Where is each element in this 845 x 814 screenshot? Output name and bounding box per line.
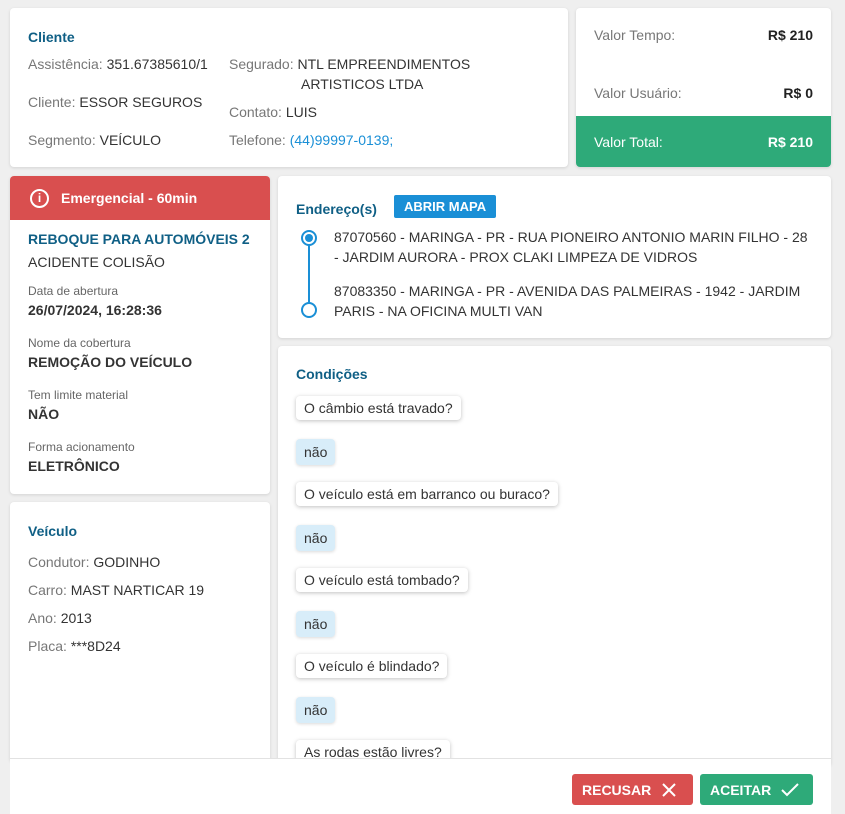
- refuse-button[interactable]: RECUSAR: [572, 774, 693, 805]
- accept-button[interactable]: ACEITAR: [700, 774, 813, 805]
- valor-total-label: Valor Total:: [594, 133, 663, 150]
- contato-value: LUIS: [285, 104, 317, 120]
- condition-question: O veículo é blindado?: [296, 654, 448, 678]
- route-line: [308, 244, 310, 306]
- driver-label: Condutor:: [28, 554, 90, 570]
- year-value: 2013: [60, 610, 92, 626]
- check-icon: [781, 782, 799, 796]
- assistencia-label: Assistência:: [28, 56, 103, 72]
- destination-marker-icon: [301, 302, 317, 318]
- segurado-row-2: ARTISTICOS LTDA: [301, 76, 423, 92]
- valor-tempo-label: Valor Tempo:: [594, 27, 676, 43]
- year-row: Ano: 2013: [28, 610, 92, 626]
- address-title: Endereço(s): [296, 201, 377, 217]
- service-reason: ACIDENTE COLISÃO: [28, 254, 165, 270]
- service-card: i Emergencial - 60min REBOQUE PARA AUTOM…: [10, 176, 270, 494]
- plate-label: Placa:: [28, 638, 67, 654]
- condition-question: O veículo está tombado?: [296, 568, 468, 592]
- segurado-label: Segurado:: [229, 56, 294, 72]
- car-label: Carro:: [28, 582, 67, 598]
- valor-usuario-row: Valor Usuário: R$ 0: [576, 68, 831, 118]
- vehicle-card: Veículo Condutor: GODINHO Carro: MAST NA…: [10, 502, 270, 762]
- condition-question: O câmbio está travado?: [296, 396, 461, 420]
- trigger-value: ELETRÔNICO: [28, 458, 120, 474]
- close-icon: [662, 782, 676, 797]
- coverage-value: REMOÇÃO DO VEÍCULO: [28, 354, 193, 370]
- emergency-label: Emergencial - 60min: [61, 190, 198, 206]
- info-icon: i: [30, 188, 49, 208]
- valor-usuario-value: R$ 0: [783, 85, 813, 101]
- year-label: Ano:: [28, 610, 57, 626]
- conditions-title: Condições: [296, 366, 368, 382]
- segurado-row: Segurado: NTL EMPREENDIMENTOS: [229, 56, 470, 72]
- cliente-value: ESSOR SEGUROS: [79, 94, 203, 110]
- condition-question: O veículo está em barranco ou buraco?: [296, 482, 558, 506]
- opening-date-value: 26/07/2024, 16:28:36: [28, 302, 162, 318]
- cliente-row: Cliente: ESSOR SEGUROS: [28, 94, 202, 110]
- segmento-label: Segmento:: [28, 132, 96, 148]
- valor-tempo-value: R$ 210: [767, 27, 813, 43]
- trigger-label: Forma acionamento: [28, 440, 135, 454]
- segurado-value-line2: ARTISTICOS LTDA: [301, 76, 424, 92]
- driver-value: GODINHO: [93, 554, 161, 570]
- telefone-row: Telefone: (44)99997-0139;: [229, 132, 393, 148]
- origin-marker-icon: [301, 230, 317, 246]
- assistencia-value: 351.67385610/1: [106, 56, 208, 72]
- client-card: Cliente Assistência: 351.67385610/1 Clie…: [10, 8, 568, 167]
- destination-address: 87083350 - MARINGA - PR - AVENIDA DAS PA…: [334, 283, 801, 319]
- valor-tempo-row: Valor Tempo: R$ 210: [576, 10, 831, 60]
- refuse-label: RECUSAR: [582, 781, 652, 798]
- cliente-label: Cliente:: [28, 94, 76, 110]
- vehicle-title: Veículo: [28, 523, 78, 539]
- values-card: Valor Tempo: R$ 210 Valor Usuário: R$ 0 …: [576, 8, 831, 167]
- telefone-label: Telefone:: [229, 132, 286, 148]
- driver-row: Condutor: GODINHO: [28, 554, 160, 570]
- condition-answer: não: [296, 697, 336, 723]
- segmento-row: Segmento: VEÍCULO: [28, 132, 161, 148]
- accept-label: ACEITAR: [710, 781, 772, 798]
- opening-date-label: Data de abertura: [28, 284, 119, 298]
- valor-usuario-label: Valor Usuário:: [594, 85, 682, 101]
- car-row: Carro: MAST NARTICAR 19: [28, 582, 204, 598]
- contato-label: Contato:: [229, 104, 282, 120]
- contato-row: Contato: LUIS: [229, 104, 317, 120]
- material-limit-label: Tem limite material: [28, 388, 129, 402]
- service-name: REBOQUE PARA AUTOMÓVEIS 2: [28, 231, 250, 247]
- client-title: Cliente: [28, 29, 75, 45]
- segmento-value: VEÍCULO: [99, 132, 162, 148]
- emergency-banner: i Emergencial - 60min: [10, 176, 270, 220]
- open-map-button[interactable]: ABRIR MAPA: [394, 195, 497, 218]
- conditions-card: Condições O câmbio está travado? não O v…: [278, 346, 831, 766]
- valor-total-row: Valor Total: R$ 210: [576, 116, 831, 167]
- car-value: MAST NARTICAR 19: [70, 582, 205, 598]
- telefone-link[interactable]: (44)99997-0139;: [290, 132, 394, 148]
- condition-answer: não: [296, 525, 336, 551]
- address-card: Endereço(s) ABRIR MAPA 87070560 - MARING…: [278, 176, 831, 338]
- assistencia-row: Assistência: 351.67385610/1: [28, 56, 208, 72]
- coverage-label: Nome da cobertura: [28, 336, 131, 350]
- material-limit-value: NÃO: [28, 406, 60, 422]
- plate-row: Placa: ***8D24: [28, 638, 121, 654]
- valor-total-value: R$ 210: [767, 133, 813, 150]
- condition-answer: não: [296, 439, 336, 465]
- segurado-value-line1: NTL EMPREENDIMENTOS: [297, 56, 471, 72]
- action-footer: RECUSAR ACEITAR: [10, 758, 831, 814]
- plate-value: ***8D24: [70, 638, 121, 654]
- condition-answer: não: [296, 611, 336, 637]
- origin-address: 87070560 - MARINGA - PR - RUA PIONEIRO A…: [334, 229, 808, 265]
